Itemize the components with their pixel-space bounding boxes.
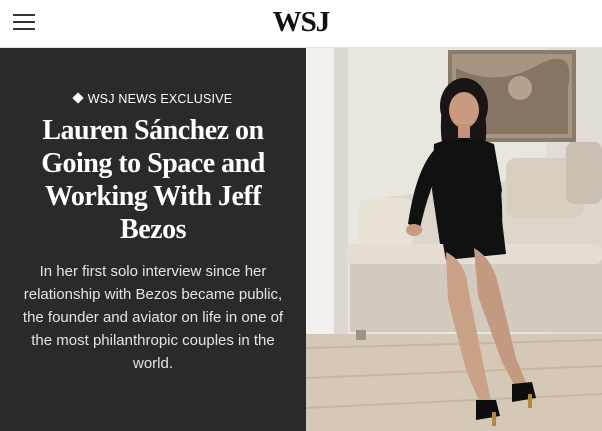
article-dek: In her first solo interview since her re… xyxy=(22,263,284,372)
hero-photo-illustration xyxy=(306,48,602,431)
hero-photo[interactable] xyxy=(306,48,602,431)
wsj-logo[interactable]: WSJ xyxy=(0,6,602,39)
hero-article[interactable]: WSJ NEWS EXCLUSIVE Lauren Sánchez on Goi… xyxy=(0,48,602,431)
kicker-label: WSJ NEWS EXCLUSIVE xyxy=(87,92,233,106)
hero-text-panel: WSJ NEWS EXCLUSIVE Lauren Sánchez on Goi… xyxy=(0,48,306,431)
article-kicker: WSJ NEWS EXCLUSIVE xyxy=(0,92,306,106)
site-header: WSJ xyxy=(0,0,602,48)
diamond-icon xyxy=(72,92,84,104)
article-headline[interactable]: Lauren Sánchez on Going to Space and Wor… xyxy=(14,114,292,246)
